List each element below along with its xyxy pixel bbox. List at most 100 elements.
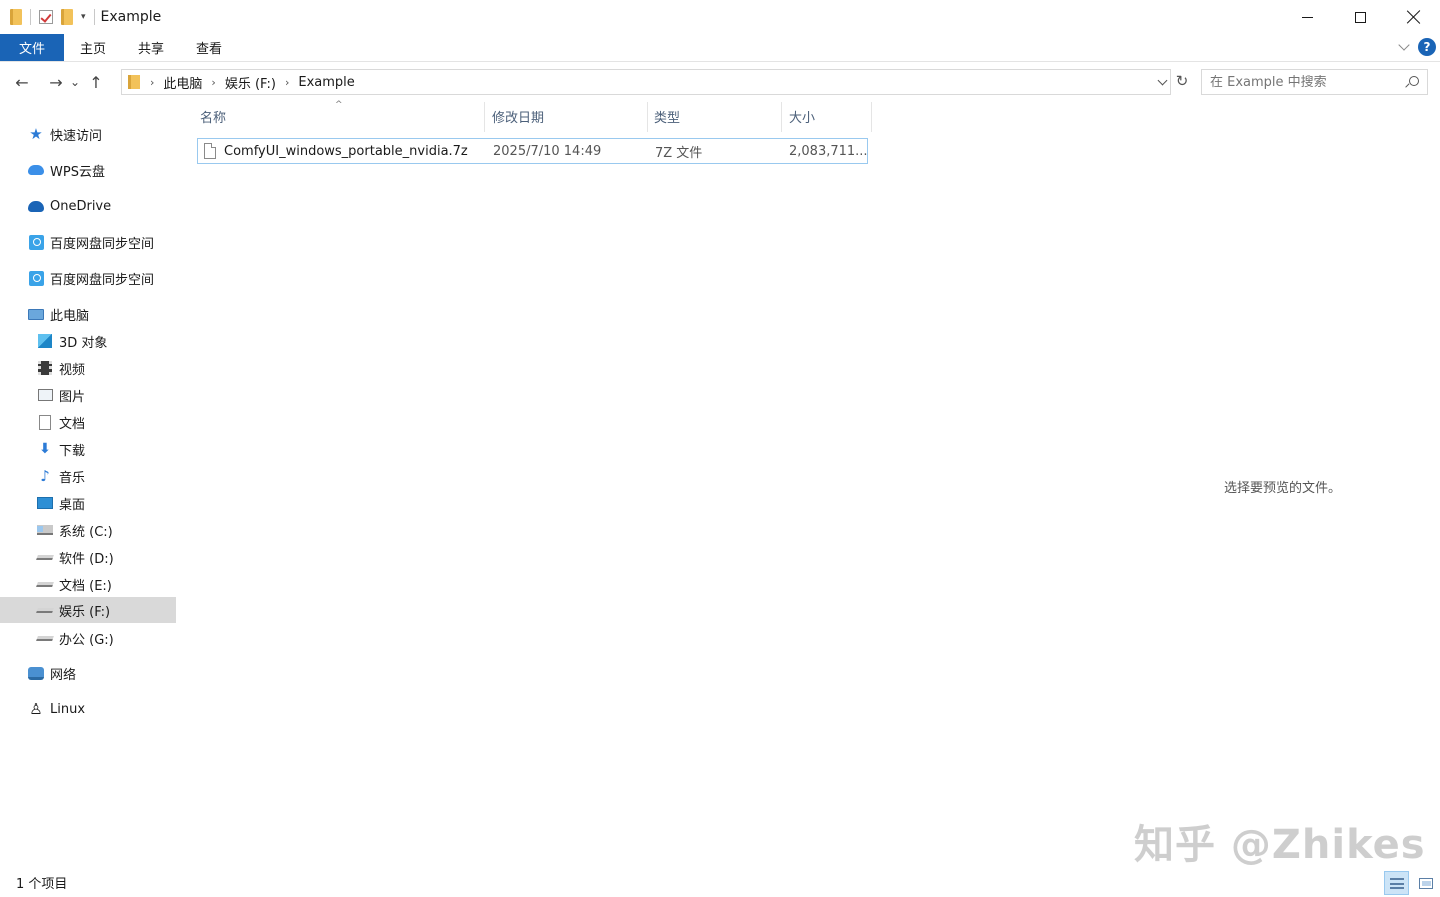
breadcrumb-chevron-icon[interactable]: › (211, 76, 215, 89)
toolbar-divider (93, 9, 95, 25)
up-button[interactable]: ↑ (84, 70, 108, 94)
sidebar-item-label: 下载 (59, 443, 86, 459)
ribbon: 文件 主页 共享 查看 ? (0, 34, 1440, 62)
sidebar-item-pictures[interactable]: 图片 (0, 382, 176, 408)
minimize-button[interactable] (1281, 0, 1334, 34)
address-dropdown-chevron-icon[interactable] (1157, 75, 1168, 86)
column-header-size[interactable]: 大小 (785, 100, 871, 133)
sidebar-item-label: 图片 (59, 389, 86, 405)
details-view-button[interactable] (1384, 871, 1409, 895)
new-folder-icon[interactable] (61, 9, 73, 25)
table-row[interactable]: ComfyUI_windows_portable_nvidia.7z 2025/… (197, 138, 868, 164)
music-icon: ♪ (40, 467, 50, 485)
window-title: Example (100, 9, 162, 25)
sidebar-item-3d-objects[interactable]: 3D 对象 (0, 328, 176, 354)
customize-toolbar-chevron-icon[interactable]: ▾ (81, 12, 86, 22)
column-header-name[interactable]: 名称 (196, 100, 484, 133)
preview-pane-hint: 选择要预览的文件。 (1224, 481, 1342, 496)
large-icons-view-icon (1418, 877, 1433, 889)
sidebar-item-desktop[interactable]: 桌面 (0, 490, 176, 516)
breadcrumb-chevron-icon[interactable]: › (285, 76, 289, 89)
refresh-button[interactable]: ↻ (1173, 72, 1191, 90)
quick-access-toolbar: ▾ (0, 0, 95, 34)
breadcrumb-chevron-icon[interactable]: › (150, 76, 154, 89)
sidebar-item-label: 快速访问 (50, 128, 103, 144)
column-header-type[interactable]: 类型 (650, 100, 780, 133)
sidebar-item-label: 桌面 (59, 497, 86, 513)
search-icon[interactable] (1409, 76, 1419, 86)
column-divider[interactable] (484, 102, 485, 132)
system-drive-icon (37, 525, 53, 535)
breadcrumb-drive-f[interactable]: 娱乐 (F:) (225, 73, 276, 92)
column-divider[interactable] (781, 102, 782, 132)
navigation-pane: ★ 快速访问 WPS云盘 OneDrive 百度网盘同步空间 百度网盘同步空间 此… (0, 116, 178, 856)
search-input[interactable] (1210, 74, 1400, 90)
maximize-icon (1355, 11, 1366, 23)
properties-icon[interactable] (39, 10, 53, 24)
sidebar-item-baidu-sync-2[interactable]: 百度网盘同步空间 (0, 265, 176, 291)
sidebar-item-drive-g[interactable]: 办公 (G:) (0, 625, 176, 651)
recent-locations-button[interactable]: ⌄ (68, 70, 82, 94)
sidebar-item-label: 文档 (59, 416, 86, 432)
window-controls (1281, 0, 1440, 34)
sidebar-item-label: 百度网盘同步空间 (50, 272, 155, 288)
sidebar-item-label: 系统 (C:) (59, 524, 113, 540)
breadcrumb-example[interactable]: Example (298, 75, 354, 90)
wps-cloud-icon (28, 165, 44, 175)
file-icon (204, 143, 216, 159)
sidebar-item-label: 此电脑 (50, 308, 90, 324)
column-header-modified[interactable]: 修改日期 (488, 100, 646, 133)
sidebar-item-label: 文档 (E:) (59, 578, 112, 594)
file-type: 7Z 文件 (655, 145, 703, 161)
sidebar-item-quick-access[interactable]: ★ 快速访问 (0, 121, 176, 147)
sidebar-item-this-pc[interactable]: 此电脑 (0, 301, 176, 327)
sidebar-item-network[interactable]: 网络 (0, 660, 176, 686)
tab-share[interactable]: 共享 (122, 34, 180, 61)
tab-view[interactable]: 查看 (180, 34, 238, 61)
drive-icon (36, 554, 54, 560)
sidebar-item-drive-f[interactable]: 娱乐 (F:) (0, 597, 176, 623)
forward-button[interactable]: → (44, 70, 68, 94)
help-icon[interactable]: ? (1418, 38, 1436, 56)
sidebar-item-drive-d[interactable]: 软件 (D:) (0, 544, 176, 570)
tab-home[interactable]: 主页 (64, 34, 122, 61)
address-bar[interactable]: › 此电脑 › 娱乐 (F:) › Example (121, 69, 1171, 95)
sidebar-item-documents[interactable]: 文档 (0, 409, 176, 435)
column-divider[interactable] (871, 102, 872, 132)
watermark: 知乎 @Zhikes (1134, 822, 1426, 868)
sidebar-item-onedrive[interactable]: OneDrive (0, 193, 176, 219)
computer-icon (28, 308, 44, 320)
tab-file[interactable]: 文件 (0, 34, 64, 61)
sidebar-item-label: 办公 (G:) (59, 632, 114, 648)
sidebar-item-downloads[interactable]: ⬇ 下载 (0, 436, 176, 462)
large-icons-view-button[interactable] (1413, 871, 1438, 895)
sidebar-item-label: 视频 (59, 362, 86, 378)
close-button[interactable] (1387, 0, 1440, 34)
sidebar-item-label: 百度网盘同步空间 (50, 236, 155, 252)
status-item-count: 1 个项目 (16, 877, 68, 892)
toolbar-divider (30, 9, 31, 25)
sidebar-item-wps-cloud[interactable]: WPS云盘 (0, 157, 176, 183)
sidebar-item-label: WPS云盘 (50, 164, 105, 180)
sidebar-item-drive-c[interactable]: 系统 (C:) (0, 517, 176, 543)
file-size: 2,083,711... (789, 143, 868, 159)
sidebar-item-linux[interactable]: ♙ Linux (0, 696, 176, 722)
title-bar: ▾ Example (0, 0, 1440, 34)
baidu-netdisk-icon (28, 234, 44, 250)
document-icon (39, 414, 51, 430)
back-button[interactable]: ← (10, 70, 34, 94)
sidebar-item-music[interactable]: ♪ 音乐 (0, 463, 176, 489)
sidebar-item-label: 音乐 (59, 470, 86, 486)
file-modified: 2025/7/10 14:49 (493, 143, 602, 159)
drive-icon (36, 581, 54, 587)
network-icon (28, 666, 44, 680)
column-divider[interactable] (647, 102, 648, 132)
breadcrumb-this-pc[interactable]: 此电脑 (163, 73, 202, 92)
sidebar-item-baidu-sync-1[interactable]: 百度网盘同步空间 (0, 229, 176, 255)
sidebar-item-drive-e[interactable]: 文档 (E:) (0, 571, 176, 597)
maximize-button[interactable] (1334, 0, 1387, 34)
video-icon (38, 361, 52, 375)
expand-ribbon-chevron-icon[interactable] (1398, 39, 1410, 51)
sidebar-item-videos[interactable]: 视频 (0, 355, 176, 381)
search-box[interactable] (1201, 69, 1428, 95)
